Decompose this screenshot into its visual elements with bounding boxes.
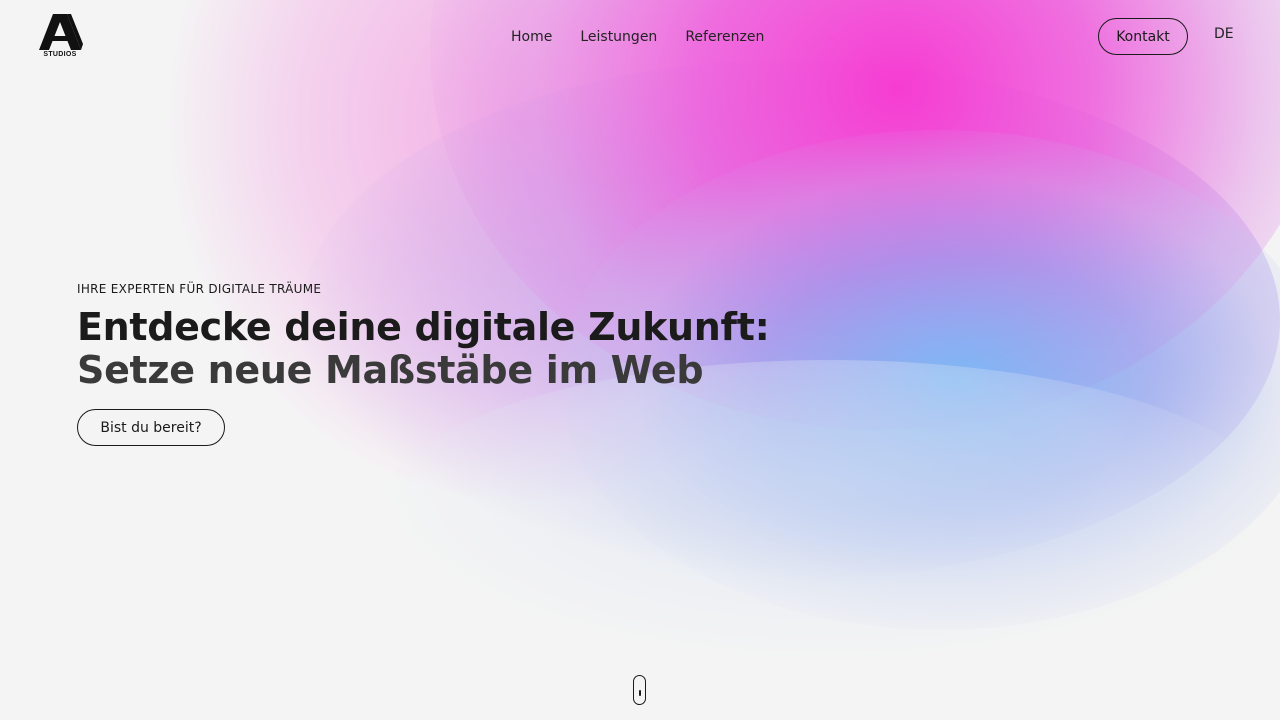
hero-headline-line-2: Setze neue Maßstäbe im Web <box>77 348 704 392</box>
hero-headline-line-1: Entdecke deine digitale Zukunft: <box>77 305 770 349</box>
a-studios-logo-icon <box>39 14 83 50</box>
logo-wordmark: STUDIOS <box>43 51 77 58</box>
nav-item-leistungen[interactable]: Leistungen <box>580 27 657 47</box>
hero-eyebrow: IHRE EXPERTEN FÜR DIGITALE TRÄUME <box>77 282 322 296</box>
nav-item-home[interactable]: Home <box>511 27 552 47</box>
contact-button[interactable]: Kontakt <box>1098 18 1188 55</box>
language-switcher[interactable]: DE <box>1214 26 1234 42</box>
main-navigation: Home Leistungen Referenzen <box>511 27 792 47</box>
scroll-down-icon[interactable] <box>633 675 646 705</box>
nav-item-referenzen[interactable]: Referenzen <box>685 27 764 47</box>
logo-link[interactable]: STUDIOS <box>37 14 83 60</box>
hero-cta-button[interactable]: Bist du bereit? <box>77 409 225 446</box>
scroll-wheel-dot <box>639 690 641 696</box>
page: STUDIOS Home Leistungen Referenzen Konta… <box>0 0 1280 720</box>
hero-headline: Entdecke deine digitale Zukunft: Setze n… <box>77 306 770 392</box>
